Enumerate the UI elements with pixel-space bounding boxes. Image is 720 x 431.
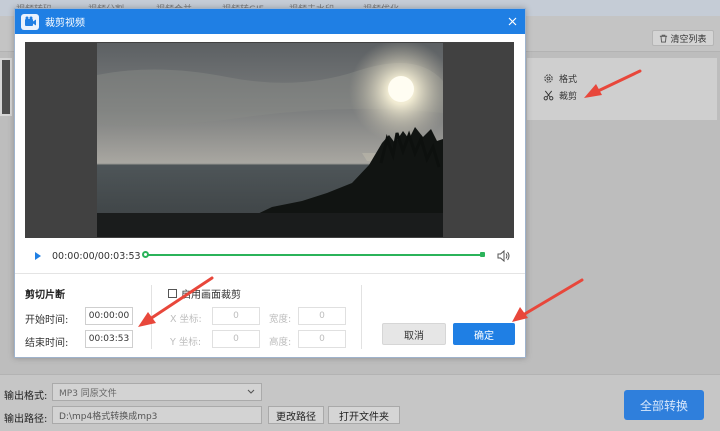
enable-crop-label: 启用画面裁剪 [181,290,241,301]
cancel-button[interactable]: 取消 [382,323,446,345]
app-logo-icon [21,13,39,30]
clip-end-handle[interactable] [480,252,485,257]
trash-icon [660,34,668,43]
output-format-select[interactable]: MP3 同原文件 [52,383,262,401]
crop-option-label: 裁剪 [559,92,578,102]
y-coord-label: Y 坐标: [170,337,202,348]
timeline-track [146,254,483,256]
change-path-button[interactable]: 更改路径 [268,406,324,424]
chevron-down-icon [247,389,255,394]
start-time-label: 开始时间: [25,315,69,326]
clip-timeline[interactable] [142,251,485,258]
play-icon[interactable] [33,251,43,261]
width-input[interactable]: 0 [298,307,346,325]
output-format-label: 输出格式: [4,391,48,402]
crop-video-dialog: 裁剪视频 00:00:00/00:03:53 剪切片断 开始时间: 00:00:… [14,8,526,358]
video-frame-image [97,43,443,237]
x-coord-input[interactable]: 0 [212,307,260,325]
section-divider [151,285,152,349]
height-label: 高度: [269,337,292,348]
end-time-label: 结束时间: [25,338,69,349]
gear-icon [544,74,553,83]
close-icon [508,17,516,25]
checkbox-box[interactable] [168,289,177,298]
clip-section-title: 剪切片断 [25,290,65,301]
video-frame [97,43,443,237]
open-folder-button[interactable]: 打开文件夹 [328,406,400,424]
format-option[interactable]: 格式 [543,72,577,85]
dialog-title-bar: 裁剪视频 [15,9,525,34]
y-coord-input[interactable]: 0 [212,330,260,348]
close-button[interactable] [505,14,519,28]
output-path-label: 输出路径: [4,414,48,425]
height-input[interactable]: 0 [298,330,346,348]
end-time-input[interactable]: 00:03:53 [85,330,133,348]
file-thumbnail[interactable] [0,58,12,116]
player-controls: 00:00:00/00:03:53 [25,243,514,269]
volume-icon[interactable] [496,249,510,263]
divider [15,273,525,274]
dialog-title: 裁剪视频 [45,18,85,29]
start-time-input[interactable]: 00:00:00 [85,307,133,325]
convert-all-button[interactable]: 全部转换 [624,390,704,420]
output-path-field[interactable]: D:\mp4格式转换成mp3 [52,406,262,424]
confirm-button[interactable]: 确定 [453,323,515,345]
crop-option[interactable]: 裁剪 [543,89,577,102]
section-divider [361,285,362,349]
output-format-value: MP3 同原文件 [59,388,117,399]
x-coord-label: X 坐标: [170,314,202,325]
time-readout: 00:00:00/00:03:53 [52,250,141,262]
clip-start-handle[interactable] [142,251,149,258]
scissors-icon [543,90,554,101]
clear-list-label: 清空列表 [670,34,707,45]
output-path-value: D:\mp4格式转换成mp3 [59,411,158,422]
format-option-label: 格式 [559,75,578,85]
clear-list-button[interactable]: 清空列表 [652,30,714,46]
width-label: 宽度: [269,314,292,325]
enable-crop-checkbox[interactable]: 启用画面裁剪 [168,286,241,301]
video-player[interactable] [25,42,514,238]
